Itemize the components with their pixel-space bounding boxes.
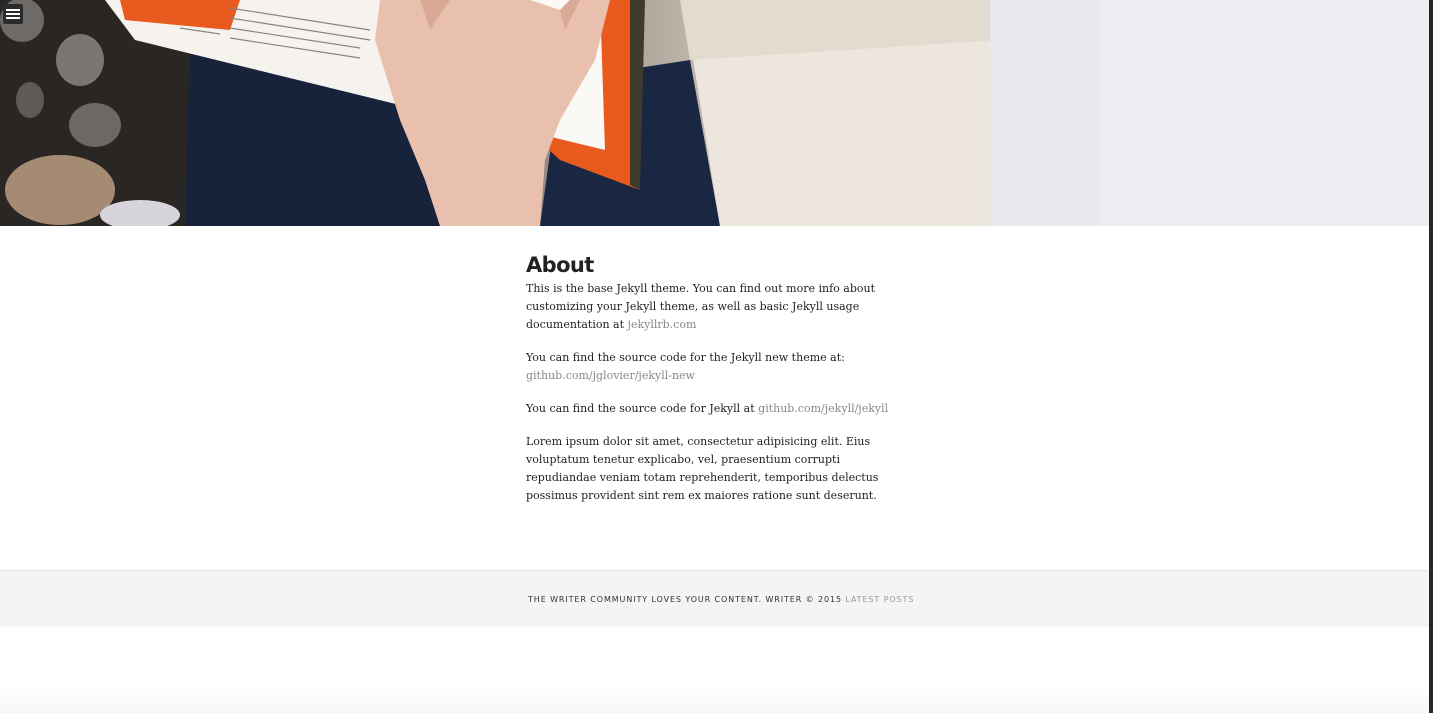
jekyll-new-link[interactable]: github.com/jglovier/jekyll-new	[526, 369, 695, 382]
about-paragraph-4: Lorem ipsum dolor sit amet, consectetur …	[526, 435, 879, 502]
hero-image	[0, 0, 1429, 226]
about-paragraph-3: You can find the source code for Jekyll …	[526, 400, 901, 418]
jekyll-github-link[interactable]: github.com/jekyll/jekyll	[758, 402, 888, 415]
paragraph-text: You can find the source code for the Jek…	[526, 351, 845, 364]
hero-photo-illustration	[0, 0, 1429, 226]
about-paragraph-2: You can find the source code for the Jek…	[526, 349, 901, 385]
about-section: About This is the base Jekyll theme. You…	[526, 250, 901, 520]
menu-bar	[6, 17, 20, 19]
footer-text: THE WRITER COMMUNITY LOVES YOUR CONTENT.…	[528, 595, 914, 604]
footer-copyright: THE WRITER COMMUNITY LOVES YOUR CONTENT.…	[528, 595, 846, 604]
site-footer: THE WRITER COMMUNITY LOVES YOUR CONTENT.…	[0, 570, 1429, 627]
menu-bar	[6, 13, 20, 15]
paragraph-text: You can find the source code for Jekyll …	[526, 402, 759, 415]
jekyllrb-link[interactable]: jekyllrb.com	[628, 318, 697, 331]
latest-posts-link[interactable]: LATEST POSTS	[845, 595, 914, 604]
menu-bar	[6, 9, 20, 11]
hamburger-menu-icon[interactable]	[3, 4, 23, 24]
about-paragraph-1: This is the base Jekyll theme. You can f…	[526, 280, 901, 334]
window-edge	[1429, 0, 1433, 713]
paragraph-text: This is the base Jekyll theme. You can f…	[526, 282, 876, 331]
bottom-shade	[0, 690, 1429, 713]
page-title: About	[526, 253, 594, 277]
